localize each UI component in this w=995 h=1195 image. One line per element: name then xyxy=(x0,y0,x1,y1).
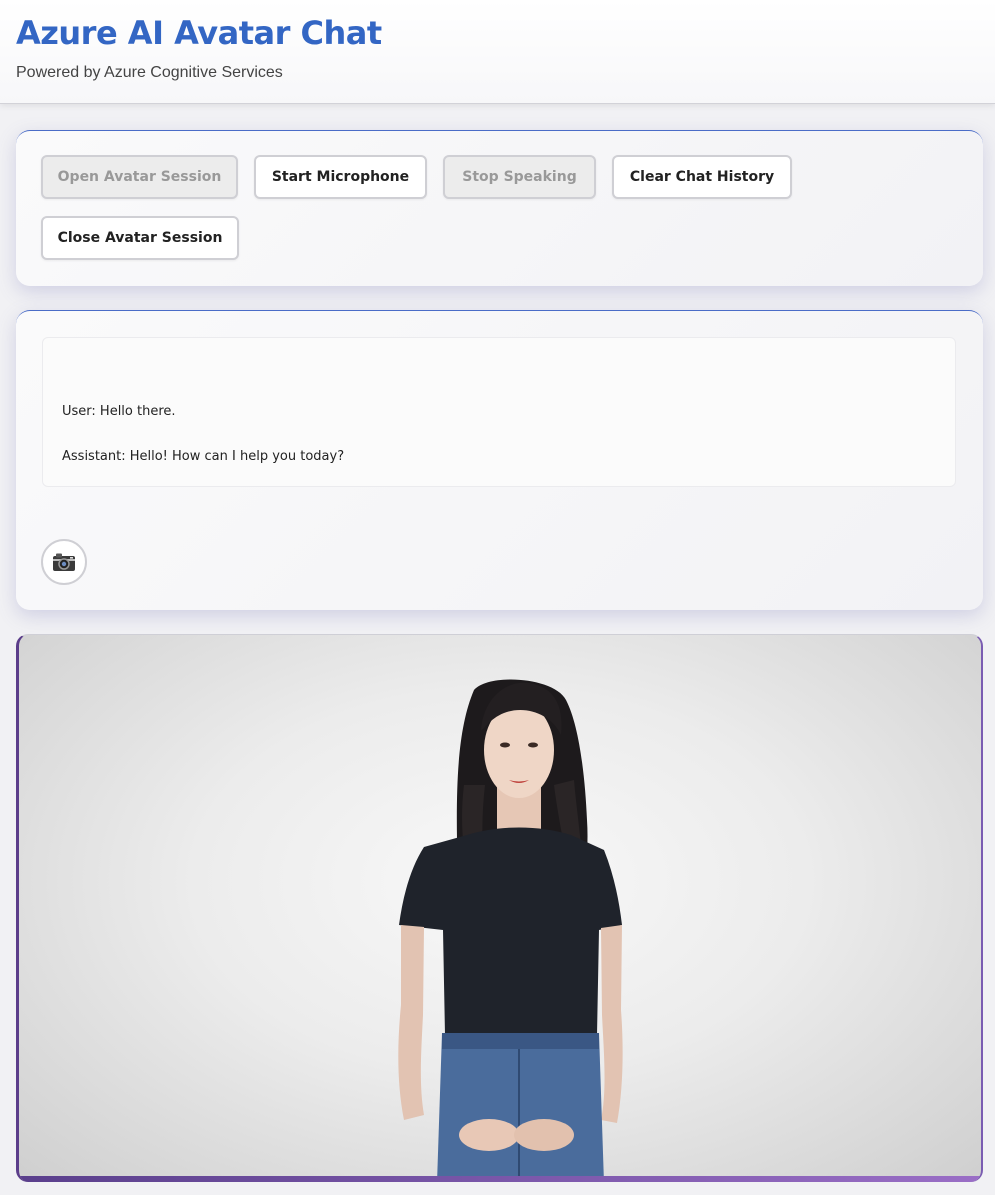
stop-speaking-button[interactable]: Stop Speaking xyxy=(443,155,596,199)
chat-message-user: User: Hello there. xyxy=(62,404,176,419)
controls-panel: Open Avatar Session Start Microphone Sto… xyxy=(16,130,983,286)
page-subtitle: Powered by Azure Cognitive Services xyxy=(16,64,283,81)
chat-panel: User: Hello there. Assistant: Hello! How… xyxy=(16,310,983,610)
avatar-video xyxy=(16,634,983,1182)
camera-button[interactable] xyxy=(41,539,87,585)
clear-chat-history-button[interactable]: Clear Chat History xyxy=(612,155,792,199)
chat-history[interactable]: User: Hello there. Assistant: Hello! How… xyxy=(42,337,956,487)
camera-icon xyxy=(53,553,75,571)
start-microphone-button[interactable]: Start Microphone xyxy=(254,155,427,199)
app-header: Azure AI Avatar Chat Powered by Azure Co… xyxy=(0,0,995,104)
chat-message-assistant: Assistant: Hello! How can I help you tod… xyxy=(62,449,345,464)
close-avatar-session-button[interactable]: Close Avatar Session xyxy=(41,216,239,260)
page-title: Azure AI Avatar Chat xyxy=(16,14,382,52)
open-avatar-session-button[interactable]: Open Avatar Session xyxy=(41,155,238,199)
video-bottom-bar xyxy=(19,1176,981,1182)
avatar-figure xyxy=(398,679,623,1182)
